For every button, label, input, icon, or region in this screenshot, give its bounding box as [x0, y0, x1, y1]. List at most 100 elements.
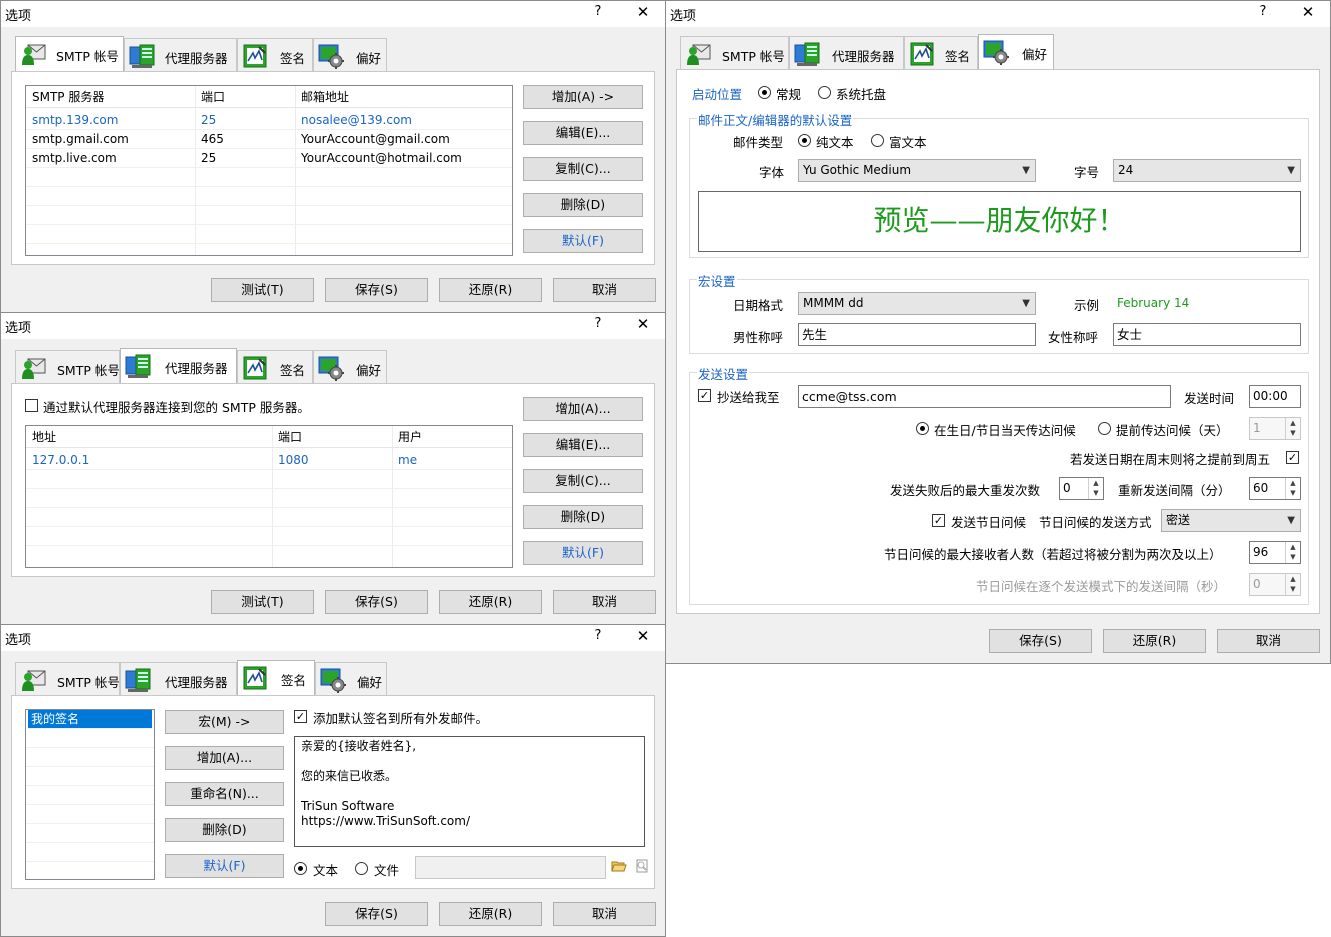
help-button[interactable]: ? [583, 628, 613, 643]
send-time-input[interactable]: 00:00 [1249, 385, 1301, 408]
male-salutation-input[interactable]: 先生 [798, 323, 1036, 346]
send-greeting-checkbox[interactable]: ✓ [932, 514, 945, 527]
retry-interval-stepper[interactable]: 60 ▲ ▼ [1249, 477, 1301, 500]
file-path-input[interactable] [415, 856, 606, 879]
cancel-button[interactable]: 取消 [1217, 629, 1320, 653]
preview-file-icon[interactable] [634, 858, 650, 874]
delete-button[interactable]: 删除(D) [165, 818, 284, 842]
tab-smtp[interactable]: SMTP 帐号 [15, 350, 120, 383]
cancel-button[interactable]: 取消 [553, 590, 656, 614]
restore-button[interactable]: 还原(R) [439, 278, 542, 302]
column-header-user[interactable]: 用户 [392, 426, 422, 447]
cancel-button[interactable]: 取消 [553, 902, 656, 926]
stepper-arrows-icon[interactable]: ▲ ▼ [1285, 574, 1300, 595]
tab-proxy[interactable]: 代理服务器 [120, 662, 237, 695]
column-header-address[interactable]: 地址 [26, 426, 56, 447]
save-button[interactable]: 保存(S) [989, 629, 1092, 653]
max-recipients-stepper[interactable]: 96 ▲ ▼ [1249, 541, 1301, 564]
copy-button[interactable]: 复制(C)... [523, 157, 643, 181]
startup-tray-radio[interactable] [818, 86, 831, 99]
in-advance-radio[interactable] [1098, 422, 1111, 435]
tab-prefs[interactable]: 偏好 [315, 662, 387, 695]
signature-content-editor[interactable]: 亲爱的{接收者姓名}, 您的来信已收悉。 TriSun Software htt… [294, 736, 645, 847]
table-row[interactable]: 127.0.0.1 1080 me [26, 451, 512, 470]
edit-button[interactable]: 编辑(E)... [523, 433, 643, 457]
proxy-server-list[interactable]: 地址 端口 用户 127.0.0.1 1080 me [25, 425, 513, 568]
test-button[interactable]: 测试(T) [211, 590, 314, 614]
advance-days-stepper[interactable]: 1 ▲ ▼ [1249, 417, 1301, 440]
rich-text-radio[interactable] [871, 134, 884, 147]
folder-open-icon[interactable] [611, 858, 627, 874]
help-button[interactable]: ? [583, 4, 613, 19]
on-the-day-radio[interactable] [916, 422, 929, 435]
plain-text-radio[interactable] [798, 134, 811, 147]
tab-signature[interactable]: 签名 [237, 38, 313, 71]
save-button[interactable]: 保存(S) [325, 902, 428, 926]
delete-button[interactable]: 删除(D) [523, 505, 643, 529]
delete-button[interactable]: 删除(D) [523, 193, 643, 217]
cc-email-input[interactable]: ccme@tss.com [798, 385, 1171, 408]
use-proxy-checkbox[interactable] [25, 399, 38, 412]
list-item[interactable]: 我的签名 [28, 710, 152, 729]
tab-proxy[interactable]: 代理服务器 [120, 348, 237, 383]
date-format-select[interactable]: MMMM dd ▼ [798, 292, 1036, 315]
mode-text-radio[interactable] [294, 862, 307, 875]
tab-signature[interactable]: 签名 [237, 660, 315, 695]
set-default-button[interactable]: 默认(F) [165, 854, 284, 878]
restore-button[interactable]: 还原(R) [1103, 629, 1206, 653]
macro-button[interactable]: 宏(M) -> [165, 710, 284, 734]
copy-button[interactable]: 复制(C)... [523, 469, 643, 493]
stepper-arrows-icon[interactable]: ▲ ▼ [1285, 542, 1300, 563]
add-button[interactable]: 增加(A) -> [523, 85, 643, 109]
set-default-button[interactable]: 默认(F) [523, 229, 643, 253]
column-header-email[interactable]: 邮箱地址 [295, 86, 349, 107]
cancel-button[interactable]: 取消 [553, 278, 656, 302]
mode-file-radio[interactable] [355, 862, 368, 875]
restore-button[interactable]: 还原(R) [439, 902, 542, 926]
help-button[interactable]: ? [1248, 4, 1278, 19]
test-button[interactable]: 测试(T) [211, 278, 314, 302]
help-button[interactable]: ? [583, 316, 613, 331]
tab-prefs[interactable]: 偏好 [313, 38, 387, 71]
tab-signature[interactable]: 签名 [904, 36, 978, 69]
restore-button[interactable]: 还原(R) [439, 590, 542, 614]
add-button[interactable]: 增加(A)... [523, 397, 643, 421]
stepper-arrows-icon[interactable]: ▲ ▼ [1088, 478, 1103, 499]
add-button[interactable]: 增加(A)... [165, 746, 284, 770]
max-retry-stepper[interactable]: 0 ▲ ▼ [1059, 477, 1104, 500]
greeting-method-select[interactable]: 密送 ▼ [1161, 509, 1301, 532]
close-button[interactable]: ✕ [1291, 3, 1325, 21]
table-row[interactable]: smtp.139.com 25 nosalee@139.com [26, 111, 512, 130]
tab-proxy[interactable]: 代理服务器 [124, 38, 237, 71]
send-interval-stepper[interactable]: 0 ▲ ▼ [1249, 573, 1301, 596]
tab-smtp[interactable]: SMTP 帐号 [680, 36, 789, 69]
tab-signature[interactable]: 签名 [237, 350, 313, 383]
font-select[interactable]: Yu Gothic Medium ▼ [798, 159, 1036, 182]
add-default-signature-checkbox[interactable]: ✓ [294, 710, 307, 723]
font-size-select[interactable]: 24 ▼ [1113, 159, 1301, 182]
weekend-adjust-checkbox[interactable]: ✓ [1286, 451, 1299, 464]
close-button[interactable]: ✕ [626, 315, 660, 333]
table-row[interactable]: smtp.gmail.com 465 YourAccount@gmail.com [26, 130, 512, 149]
close-button[interactable]: ✕ [626, 3, 660, 21]
tab-prefs[interactable]: 偏好 [313, 350, 387, 383]
tab-smtp[interactable]: SMTP 帐号 [15, 36, 124, 71]
startup-normal-radio[interactable] [758, 86, 771, 99]
table-row[interactable]: smtp.live.com 25 YourAccount@hotmail.com [26, 149, 512, 168]
save-button[interactable]: 保存(S) [325, 590, 428, 614]
close-button[interactable]: ✕ [626, 627, 660, 645]
cc-me-checkbox[interactable]: ✓ [698, 389, 711, 402]
smtp-server-list[interactable]: SMTP 服务器 端口 邮箱地址 smtp.139.com 25 nosalee… [25, 85, 513, 256]
column-header-server[interactable]: SMTP 服务器 [26, 86, 104, 107]
tab-smtp[interactable]: SMTP 帐号 [15, 662, 120, 695]
tab-prefs[interactable]: 偏好 [978, 34, 1054, 69]
save-button[interactable]: 保存(S) [325, 278, 428, 302]
signature-list[interactable]: 我的签名 [25, 709, 155, 880]
column-header-port[interactable]: 端口 [272, 426, 302, 447]
stepper-arrows-icon[interactable]: ▲ ▼ [1285, 418, 1300, 439]
stepper-arrows-icon[interactable]: ▲ ▼ [1285, 478, 1300, 499]
edit-button[interactable]: 编辑(E)... [523, 121, 643, 145]
tab-proxy[interactable]: 代理服务器 [789, 36, 904, 69]
rename-button[interactable]: 重命名(N)... [165, 782, 284, 806]
column-header-port[interactable]: 端口 [195, 86, 225, 107]
